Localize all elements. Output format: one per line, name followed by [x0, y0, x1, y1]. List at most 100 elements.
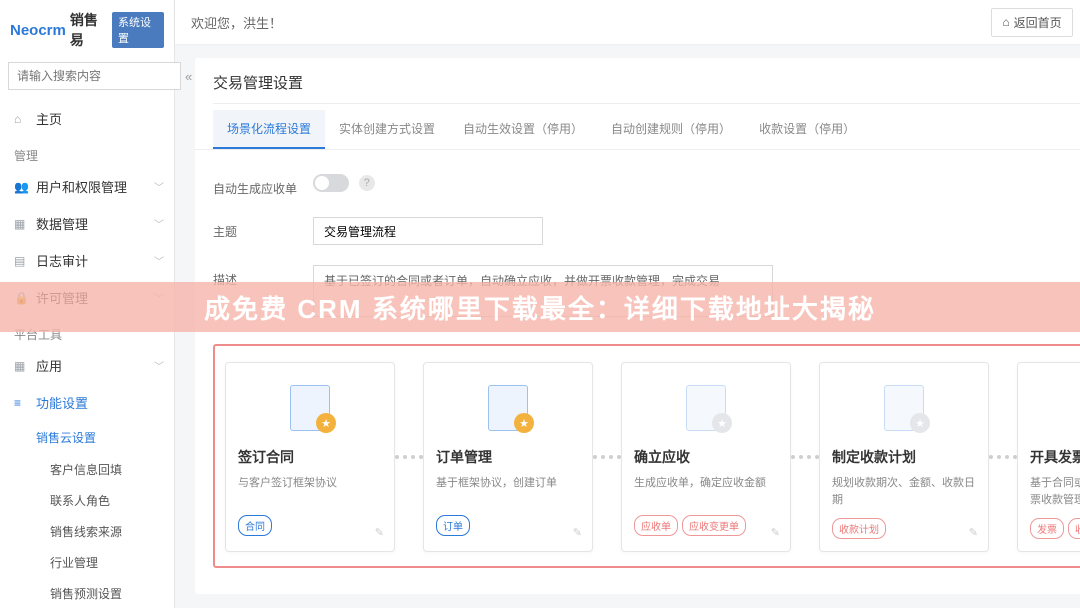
edit-icon[interactable]: ✎	[771, 526, 780, 539]
nav-item-label: 日志审计	[36, 251, 88, 270]
edit-icon[interactable]: ✎	[969, 526, 978, 539]
card-tags: 订单	[436, 515, 580, 536]
edit-icon[interactable]: ✎	[573, 526, 582, 539]
desc-textarea[interactable]: 基于已签订的合同或者订单，自动确立应收，并做开票收款管理，完成交易	[313, 265, 773, 317]
card-icon: ★	[634, 377, 778, 433]
chevron-down-icon: ﹀	[154, 253, 164, 268]
auto-gen-label: 自动生成应收单	[213, 174, 313, 197]
chevron-down-icon: ﹀	[154, 358, 164, 373]
greeting: 欢迎您，洪生！	[191, 13, 282, 32]
card-tags: 发票收款退款	[1030, 518, 1080, 539]
nav-item-label: 用户和权限管理	[36, 177, 127, 196]
settings-panel: 交易管理设置 ⓘ 帮助 场景化流程设置实体创建方式设置自动生效设置（停用）自动创…	[195, 58, 1080, 594]
flow-separator	[395, 362, 423, 552]
nav-apps-label: 应用	[36, 356, 62, 375]
card-title: 签订合同	[238, 447, 382, 467]
flow-card: ★ 签订合同 与客户签订框架协议 合同 ✎	[225, 362, 395, 552]
nav-sales-cloud-label: 销售云设置	[36, 431, 96, 445]
nav: ⌂ 主页 管理 👥 用户和权限管理 ﹀ ▦ 数据管理 ﹀ ▤ 日志审计 ﹀ 🔒 许可管理 ﹀ 平台工具…	[0, 100, 174, 608]
desc-label: 描述	[213, 265, 313, 288]
edit-icon[interactable]: ✎	[375, 526, 384, 539]
main: 欢迎您，洪生！ ⌂ 返回首页 ▤ 帮助文档 👤 ▾ 交易管理设置	[175, 0, 1080, 608]
card-tags: 合同	[238, 515, 382, 536]
tab[interactable]: 自动生效设置（停用）	[449, 110, 597, 149]
nav-sub-item[interactable]: 客户信息回填	[0, 454, 174, 485]
logo: Neocrm 销售易 系统设置	[0, 0, 174, 58]
tabs: 场景化流程设置实体创建方式设置自动生效设置（停用）自动创建规则（停用）收款设置（…	[195, 110, 1080, 150]
subject-label: 主题	[213, 217, 313, 240]
home-icon: ⌂	[1002, 15, 1009, 29]
nav-icon: 🔒	[14, 291, 28, 305]
tag: 订单	[436, 515, 470, 536]
nav-sub-item[interactable]: 联系人角色	[0, 485, 174, 516]
flow-card: ★ 订单管理 基于框架协议，创建订单 订单 ✎	[423, 362, 593, 552]
tab[interactable]: 场景化流程设置	[213, 110, 325, 149]
card-tags: 收款计划	[832, 518, 976, 539]
logo-brand-cn: 销售易	[70, 10, 108, 50]
help-tooltip-icon[interactable]: ?	[359, 175, 375, 191]
sidebar: Neocrm 销售易 系统设置 « ⌂ 主页 管理 👥用户和权限管理﹀▦数据管理…	[0, 0, 175, 608]
tag: 收款	[1068, 518, 1080, 539]
card-title: 确立应收	[634, 447, 778, 467]
chevron-down-icon: ﹀	[154, 216, 164, 231]
card-desc: 与客户签订框架协议	[238, 475, 382, 505]
nav-section-platform: 平台工具	[0, 316, 174, 347]
tab[interactable]: 收款设置（停用）	[745, 110, 869, 149]
card-tags: 应收单应收变更单	[634, 515, 778, 536]
chevron-down-icon: ﹀	[154, 290, 164, 305]
nav-item-label: 许可管理	[36, 288, 88, 307]
nav-item-label: 数据管理	[36, 214, 88, 233]
nav-manage-item[interactable]: 👥用户和权限管理﹀	[0, 168, 174, 205]
nav-manage-item[interactable]: ▦ 数据管理 ﹀	[0, 205, 174, 242]
logo-brand-en: Neocrm	[10, 22, 66, 39]
tab[interactable]: 自动创建规则（停用）	[597, 110, 745, 149]
apps-icon: ▦	[14, 359, 28, 373]
card-desc: 规划收款期次、金额、收款日期	[832, 475, 976, 508]
card-icon: ★	[436, 377, 580, 433]
card-icon: ★	[1030, 377, 1080, 433]
nav-icon: 👥	[14, 180, 28, 194]
settings-icon: ≡	[14, 396, 28, 410]
nav-sub-item[interactable]: 销售预测设置	[0, 578, 174, 608]
nav-manage-item[interactable]: ▤ 日志审计 ﹀	[0, 242, 174, 279]
panel-title: 交易管理设置	[213, 72, 303, 93]
tag: 收款计划	[832, 518, 886, 539]
nav-func-set-label: 功能设置	[36, 393, 88, 412]
card-desc: 基于合同或者订单金额，做开票收款管理，完成交易	[1030, 475, 1080, 508]
nav-func-set[interactable]: ≡ 功能设置	[0, 384, 174, 421]
nav-home[interactable]: ⌂ 主页	[0, 100, 174, 137]
topbar: 欢迎您，洪生！ ⌂ 返回首页 ▤ 帮助文档 👤 ▾	[175, 0, 1080, 44]
auto-gen-toggle[interactable]	[313, 174, 349, 192]
search-input[interactable]	[8, 62, 181, 90]
nav-icon: ▦	[14, 217, 28, 231]
flow-card: ★ 制定收款计划 规划收款期次、金额、收款日期 收款计划 ✎	[819, 362, 989, 552]
flow-separator	[791, 362, 819, 552]
flow-cards: ★ 签订合同 与客户签订框架协议 合同 ✎ ★ 订单管理 基于框架协议，创建订单…	[213, 344, 1080, 568]
card-icon: ★	[238, 377, 382, 433]
nav-manage-item[interactable]: 🔒 许可管理 ﹀	[0, 279, 174, 316]
home-icon: ⌂	[14, 112, 28, 126]
nav-sales-cloud[interactable]: 销售云设置	[0, 421, 174, 454]
nav-apps[interactable]: ▦ 应用 ﹀	[0, 347, 174, 384]
nav-section-manage: 管理	[0, 137, 174, 168]
tab[interactable]: 实体创建方式设置	[325, 110, 449, 149]
card-title: 制定收款计划	[832, 447, 976, 467]
nav-icon: ▤	[14, 254, 28, 268]
card-desc: 基于框架协议，创建订单	[436, 475, 580, 505]
flow-separator	[593, 362, 621, 552]
subject-input[interactable]	[313, 217, 543, 245]
flow-card: ★ 开具发票｜确认收款 基于合同或者订单金额，做开票收款管理，完成交易 发票收款…	[1017, 362, 1080, 552]
card-icon: ★	[832, 377, 976, 433]
flow-separator	[989, 362, 1017, 552]
home-button-label: 返回首页	[1014, 14, 1062, 31]
card-title: 开具发票｜确认收款	[1030, 447, 1080, 467]
tag: 合同	[238, 515, 272, 536]
nav-sub-item[interactable]: 行业管理	[0, 547, 174, 578]
home-button[interactable]: ⌂ 返回首页	[991, 8, 1072, 37]
card-title: 订单管理	[436, 447, 580, 467]
card-desc: 生成应收单，确定应收金额	[634, 475, 778, 505]
nav-sub-item[interactable]: 销售线索来源	[0, 516, 174, 547]
tag: 应收单	[634, 515, 678, 536]
tag: 发票	[1030, 518, 1064, 539]
flow-card: ★ 确立应收 生成应收单，确定应收金额 应收单应收变更单 ✎	[621, 362, 791, 552]
